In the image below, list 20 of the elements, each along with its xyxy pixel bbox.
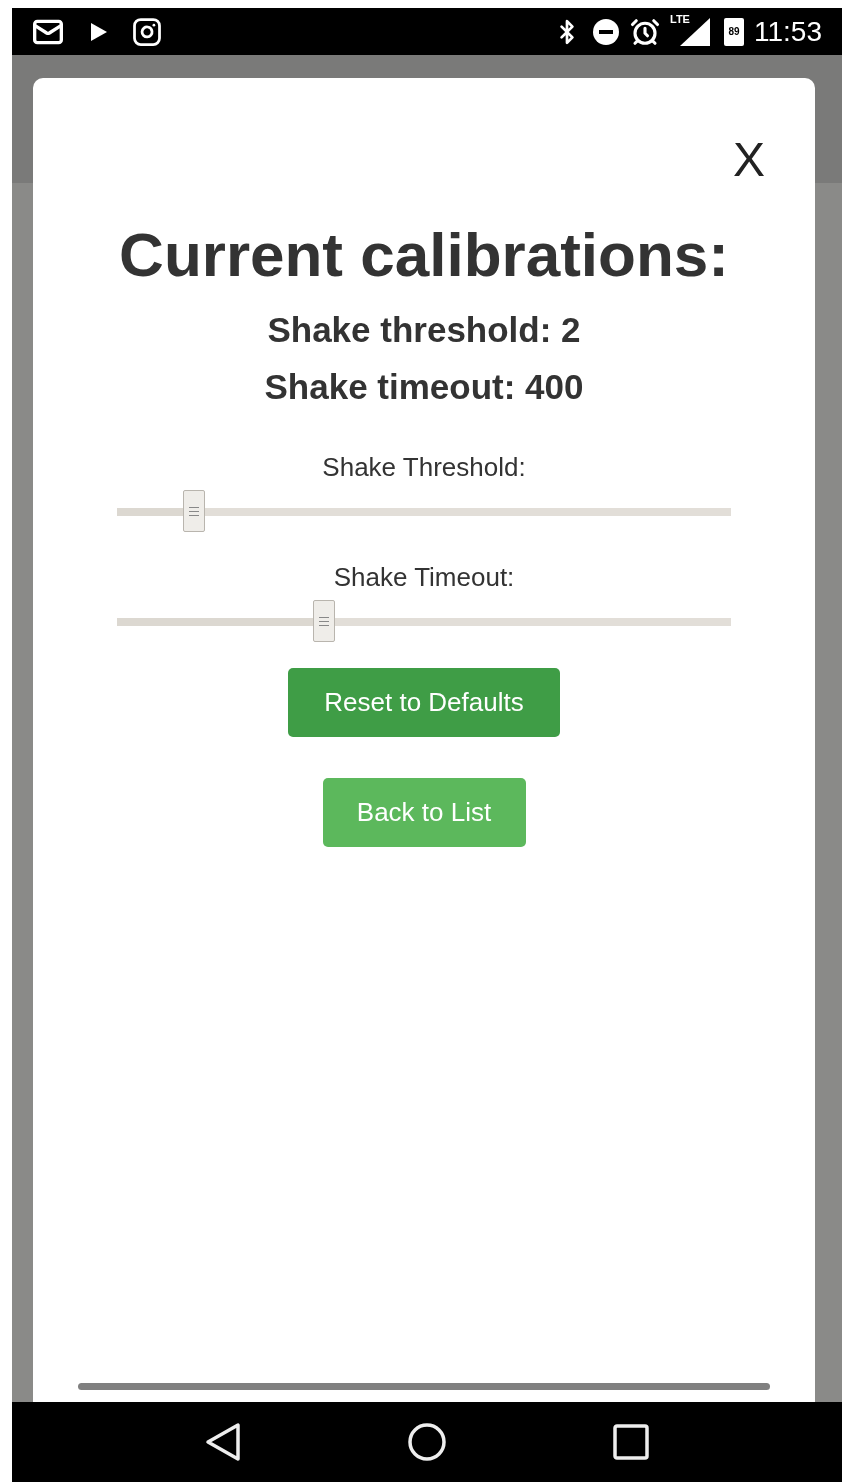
action-button[interactable]: Back to List <box>322 778 526 847</box>
home-icon[interactable] <box>407 1422 447 1462</box>
camera-icon <box>132 16 162 47</box>
battery-icon: 89 <box>724 17 744 46</box>
do-not-disturb-icon <box>592 17 620 46</box>
close-button[interactable]: X <box>733 136 765 184</box>
slider-thumb[interactable] <box>312 600 335 642</box>
back-icon[interactable] <box>205 1422 241 1462</box>
alarm-icon <box>630 16 660 47</box>
slider-thumb[interactable] <box>182 490 205 532</box>
network-type: LTE <box>670 13 690 25</box>
play-icon <box>90 21 108 42</box>
recents-icon[interactable] <box>613 1424 649 1460</box>
action-button[interactable]: Reset to Defaults <box>288 668 560 737</box>
calibration-reading: Shake threshold: 2 <box>267 312 581 347</box>
clock-time: 11:53 <box>754 17 822 46</box>
slider-label: Shake Timeout: <box>333 564 515 590</box>
slider-label: Shake Threshold: <box>322 454 526 480</box>
calibration-reading: Shake timeout: 400 <box>264 369 584 404</box>
dialog-title: Current calibrations: <box>119 224 729 286</box>
